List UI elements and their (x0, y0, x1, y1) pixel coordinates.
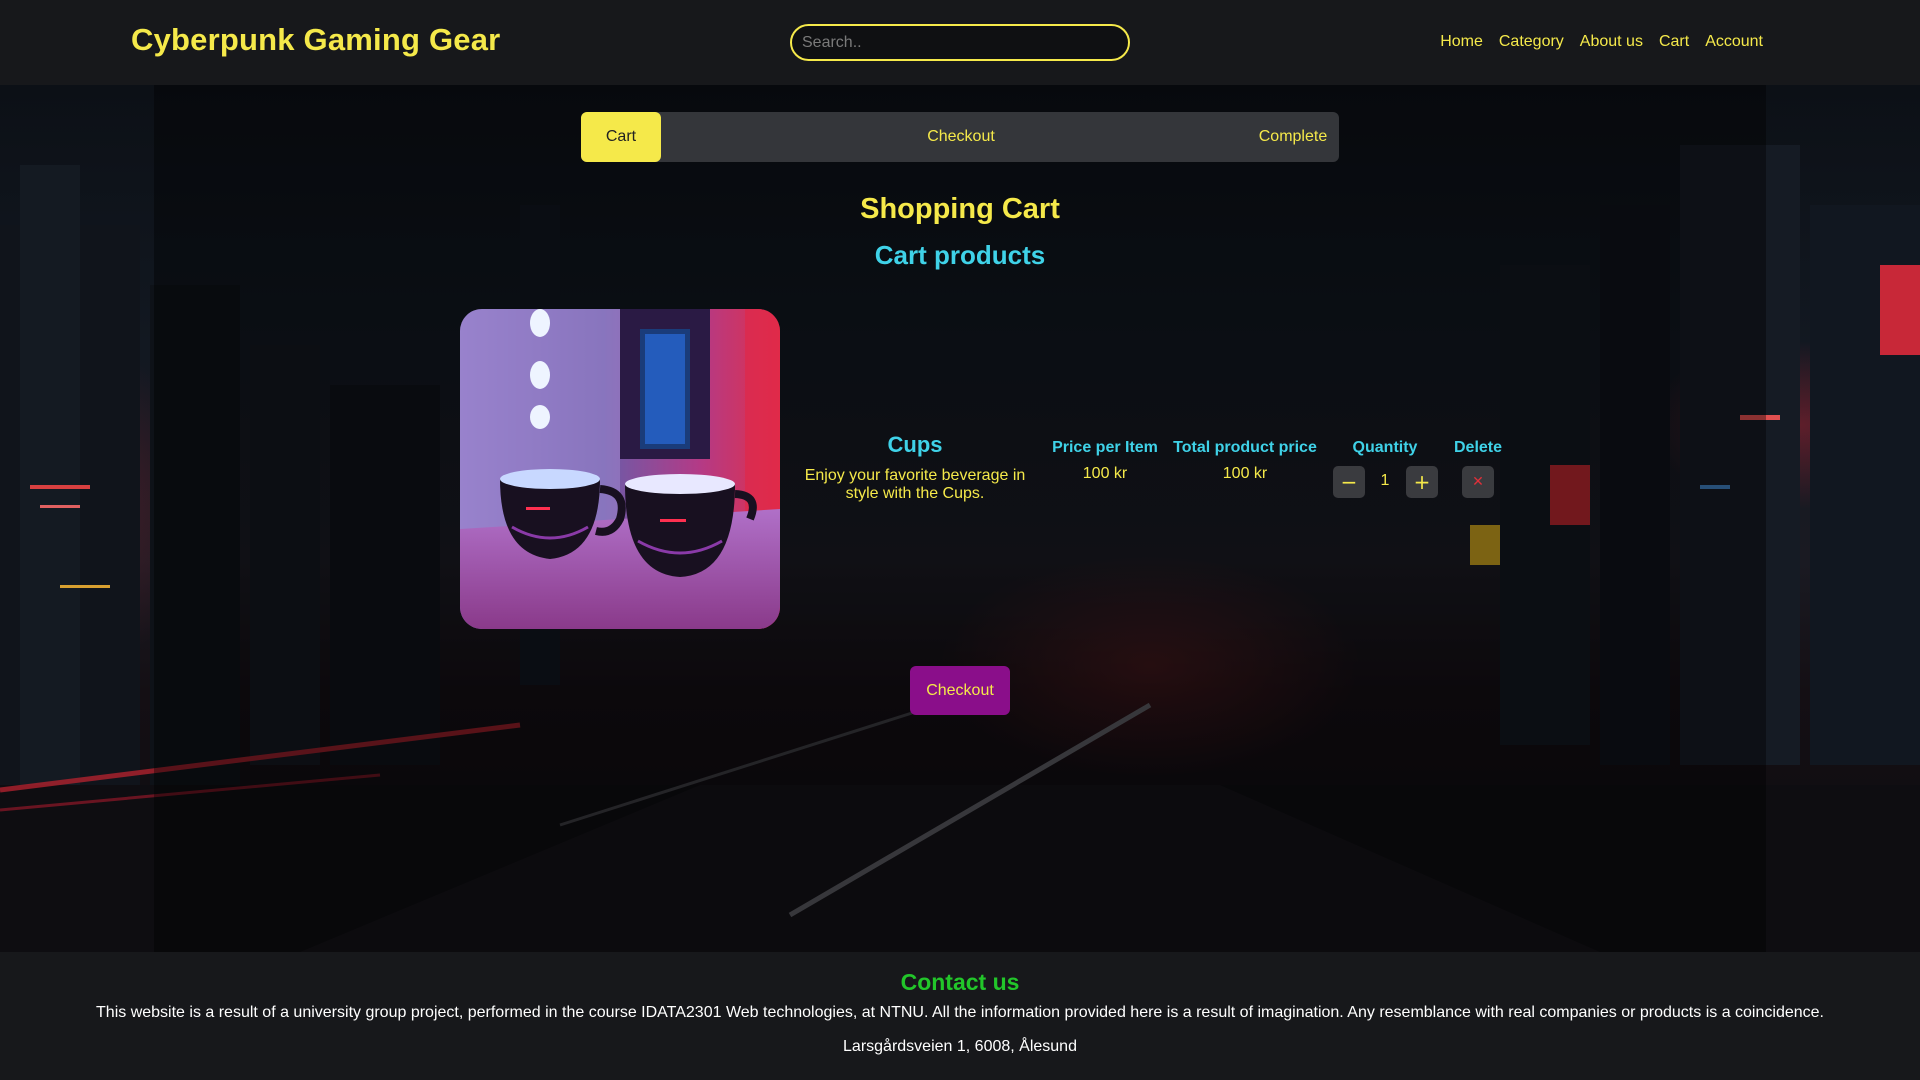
decrement-quantity-button[interactable]: − (1333, 466, 1365, 498)
site-header: Cyberpunk Gaming Gear Home Category Abou… (0, 0, 1920, 85)
site-logo-title[interactable]: Cyberpunk Gaming Gear (131, 22, 500, 58)
delete-item-button[interactable]: ✕ (1462, 466, 1494, 498)
col-header-total-price: Total product price (1173, 439, 1317, 456)
checkout-button[interactable]: Checkout (910, 666, 1010, 715)
footer-disclaimer: This website is a result of a university… (96, 1004, 1824, 1021)
col-header-delete: Delete (1453, 439, 1503, 456)
col-header-quantity: Quantity (1352, 439, 1418, 456)
nav-link-category[interactable]: Category (1499, 33, 1564, 51)
site-footer: Contact us This website is a result of a… (0, 952, 1920, 1080)
price-per-item-value: 100 kr (1082, 465, 1128, 482)
increment-quantity-button[interactable]: + (1406, 466, 1438, 498)
nav-link-about-us[interactable]: About us (1580, 33, 1643, 51)
search-input[interactable] (790, 24, 1130, 61)
main-nav: Home Category About us Cart Account (1440, 33, 1763, 51)
nav-link-account[interactable]: Account (1705, 33, 1763, 51)
footer-contact-heading: Contact us (900, 969, 1020, 995)
step-complete[interactable]: Complete (1253, 112, 1333, 162)
nav-link-cart[interactable]: Cart (1659, 33, 1689, 51)
product-description: Enjoy your favorite beverage in style wi… (804, 467, 1026, 502)
total-product-price-value: 100 kr (1222, 465, 1268, 482)
product-name[interactable]: Cups (800, 432, 1030, 458)
quantity-value: 1 (1380, 472, 1390, 489)
section-subtitle: Cart products (874, 240, 1046, 270)
page-title: Shopping Cart (860, 193, 1060, 225)
step-cart[interactable]: Cart (581, 112, 661, 162)
col-header-price-per-item: Price per Item (1052, 439, 1158, 456)
footer-address: Larsgårdsveien 1, 6008, Ålesund (843, 1038, 1077, 1055)
cups-product-illustration (460, 309, 780, 629)
product-image-cups (460, 309, 780, 629)
checkout-progress-steps: Cart Checkout Complete (581, 112, 1339, 162)
nav-link-home[interactable]: Home (1440, 33, 1483, 51)
step-checkout[interactable]: Checkout (901, 112, 1021, 162)
